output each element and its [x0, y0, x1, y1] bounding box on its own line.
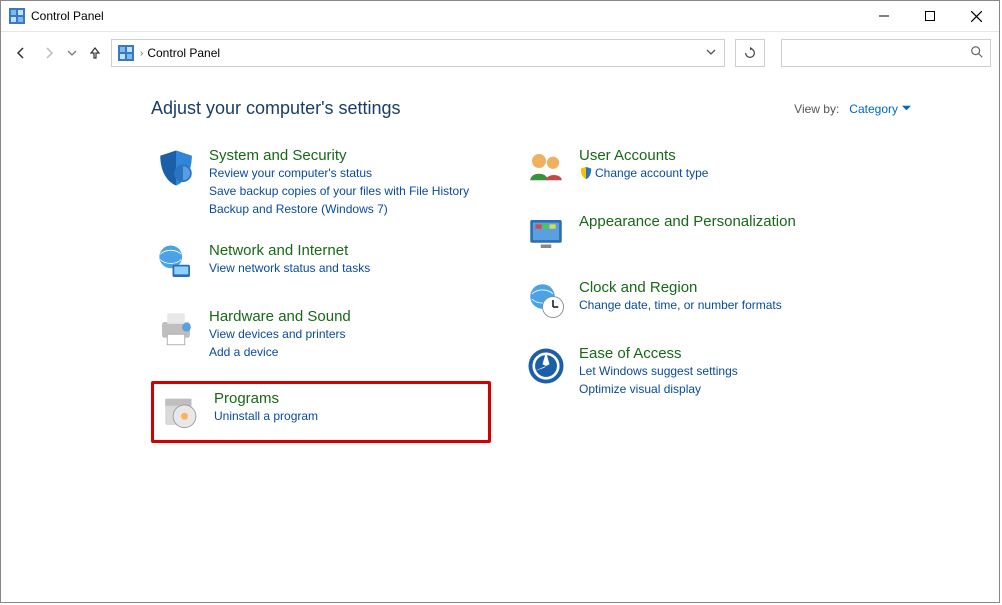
close-button[interactable]: [953, 1, 999, 31]
window-title: Control Panel: [31, 9, 104, 23]
link-add-device[interactable]: Add a device: [209, 344, 351, 361]
address-bar[interactable]: › Control Panel: [111, 39, 725, 67]
category-title[interactable]: System and Security: [209, 147, 469, 164]
search-input[interactable]: [781, 39, 991, 67]
category-clock-and-region: Clock and Region Change date, time, or n…: [521, 275, 861, 327]
category-network-and-internet: Network and Internet View network status…: [151, 238, 491, 290]
category-title[interactable]: Programs: [214, 390, 318, 407]
category-ease-of-access: Ease of Access Let Windows suggest setti…: [521, 341, 861, 404]
uac-shield-icon: [579, 166, 593, 180]
category-title[interactable]: Network and Internet: [209, 242, 370, 259]
programs-icon: [160, 390, 202, 432]
forward-button[interactable]: [37, 41, 61, 65]
category-hardware-and-sound: Hardware and Sound View devices and prin…: [151, 304, 491, 367]
category-title[interactable]: Clock and Region: [579, 279, 782, 296]
titlebar: Control Panel: [1, 1, 999, 32]
category-programs: Programs Uninstall a program: [151, 381, 491, 443]
category-title[interactable]: Appearance and Personalization: [579, 213, 796, 230]
category-title[interactable]: Hardware and Sound: [209, 308, 351, 325]
address-dropdown[interactable]: [706, 46, 720, 60]
link-optimize-display[interactable]: Optimize visual display: [579, 381, 738, 398]
maximize-button[interactable]: [907, 1, 953, 31]
up-button[interactable]: [83, 41, 107, 65]
link-review-status[interactable]: Review your computer's status: [209, 165, 469, 182]
globe-network-icon: [155, 242, 197, 284]
link-uninstall-program[interactable]: Uninstall a program: [214, 408, 318, 425]
viewby-label: View by:: [794, 102, 839, 116]
link-backup-restore[interactable]: Backup and Restore (Windows 7): [209, 201, 469, 218]
link-network-status[interactable]: View network status and tasks: [209, 260, 370, 277]
chevron-right-icon: ›: [140, 48, 143, 59]
search-icon: [970, 45, 984, 62]
category-title[interactable]: User Accounts: [579, 147, 708, 164]
control-panel-icon: [116, 45, 136, 61]
navbar: › Control Panel: [1, 32, 999, 74]
link-file-history[interactable]: Save backup copies of your files with Fi…: [209, 183, 469, 200]
printer-icon: [155, 308, 197, 350]
category-user-accounts: User Accounts Change account type: [521, 143, 861, 195]
viewby-value: Category: [849, 102, 898, 116]
monitor-icon: [525, 213, 567, 255]
link-change-date-time[interactable]: Change date, time, or number formats: [579, 297, 782, 314]
category-title[interactable]: Ease of Access: [579, 345, 738, 362]
minimize-button[interactable]: [861, 1, 907, 31]
link-change-account-type[interactable]: Change account type: [579, 165, 708, 182]
control-panel-icon: [9, 8, 25, 24]
category-system-and-security: System and Security Review your computer…: [151, 143, 491, 224]
shield-icon: [155, 147, 197, 189]
back-button[interactable]: [9, 41, 33, 65]
link-suggest-settings[interactable]: Let Windows suggest settings: [579, 363, 738, 380]
body: Adjust your computer's settings View by:…: [1, 74, 999, 602]
ease-of-access-icon: [525, 345, 567, 387]
viewby-dropdown[interactable]: Category: [849, 102, 911, 116]
recent-locations-dropdown[interactable]: [65, 48, 79, 58]
clock-globe-icon: [525, 279, 567, 321]
refresh-button[interactable]: [735, 39, 765, 67]
category-appearance-and-personalization: Appearance and Personalization: [521, 209, 861, 261]
breadcrumb-root[interactable]: Control Panel: [147, 46, 220, 60]
page-title: Adjust your computer's settings: [151, 98, 401, 119]
link-devices-printers[interactable]: View devices and printers: [209, 326, 351, 343]
users-icon: [525, 147, 567, 189]
